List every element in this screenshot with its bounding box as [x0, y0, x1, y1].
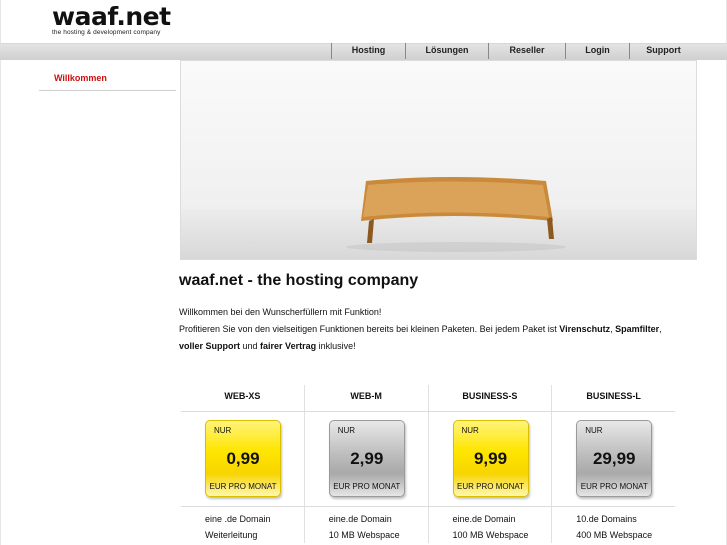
hero-image	[180, 60, 697, 260]
price-value: 29,99	[592, 449, 636, 468]
price-badge-web-m[interactable]: NUR 2,99 EUR PRO MONAT	[328, 420, 405, 497]
package-name-business-s: BUSINESS-S	[427, 385, 552, 411]
price-prefix: NUR	[337, 426, 356, 435]
feature-item: 10.de Domains	[576, 514, 637, 524]
package-features: eine .de Domain Weiterleitung	[181, 507, 304, 543]
package-features: 10.de Domains 400 MB Webspace	[551, 507, 675, 543]
intro-text: Willkommen bei den Wunscherfüllern mit F…	[179, 304, 709, 355]
main-nav: Hosting Lösungen Reseller Login Support	[331, 43, 697, 59]
package-name-web-m: WEB-M	[303, 385, 428, 411]
chair-shadow	[346, 242, 566, 252]
package-features: eine.de Domain 10 MB Webspace	[303, 507, 428, 543]
price-badge-business-l[interactable]: NUR 29,99 EUR PRO MONAT	[576, 420, 653, 497]
sidebar-item-label: Willkommen	[54, 73, 107, 83]
package-cell: NUR 0,99 EUR PRO MONAT	[181, 412, 304, 506]
feature-item: Weiterleitung	[205, 530, 258, 540]
package-cell: NUR 2,99 EUR PRO MONAT	[303, 412, 428, 506]
package-name-business-l: BUSINESS-L	[551, 385, 675, 411]
intro-line-2: Profitieren Sie von den vielseitigen Fun…	[179, 324, 662, 334]
feature-item: 400 MB Webspace	[576, 530, 653, 540]
sidebar-item-willkommen[interactable]: Willkommen	[39, 68, 176, 91]
price-value: 2,99	[350, 449, 384, 468]
nav-item-login[interactable]: Login	[565, 43, 629, 59]
logo-tagline: the hosting & development company	[52, 29, 161, 36]
logo[interactable]: waaf.net the hosting & development compa…	[52, 2, 171, 37]
package-features: eine.de Domain 100 MB Webspace	[427, 507, 552, 543]
package-cell: NUR 9,99 EUR PRO MONAT	[427, 412, 552, 506]
feature-item: eine .de Domain	[205, 514, 271, 524]
page-title: waaf.net - the hosting company	[179, 272, 419, 289]
price-value: 9,99	[473, 449, 508, 468]
intro-line-3: voller Support und fairer Vertrag inklus…	[179, 341, 356, 351]
price-prefix: NUR	[585, 426, 603, 435]
package-feature-row: eine .de Domain Weiterleitung eine.de Do…	[181, 507, 675, 543]
price-unit: EUR PRO MONAT	[457, 482, 524, 491]
feature-item: eine.de Domain	[452, 514, 516, 524]
nav-item-reseller[interactable]: Reseller	[488, 43, 565, 59]
nav-item-hosting[interactable]: Hosting	[331, 43, 405, 59]
package-price-row: NUR 0,99 EUR PRO MONAT NUR 2,99 EUR PRO …	[181, 412, 675, 507]
feature-item: eine.de Domain	[328, 514, 392, 524]
nav-item-support[interactable]: Support	[629, 43, 697, 59]
chair-illustration	[346, 177, 566, 252]
price-prefix: NUR	[214, 426, 232, 435]
feature-item: 10 MB Webspace	[328, 530, 400, 540]
intro-line-1: Willkommen bei den Wunscherfüllern mit F…	[179, 307, 382, 317]
package-header-row: WEB-XS WEB-M BUSINESS-S BUSINESS-L	[181, 385, 675, 412]
price-value: 0,99	[226, 449, 260, 468]
package-cell: NUR 29,99 EUR PRO MONAT	[551, 412, 675, 506]
chair-back-highlight	[363, 181, 549, 217]
nav-item-loesungen[interactable]: Lösungen	[405, 43, 488, 59]
price-unit: EUR PRO MONAT	[580, 482, 648, 491]
price-badge-business-s[interactable]: NUR 9,99 EUR PRO MONAT	[452, 420, 529, 497]
price-unit: EUR PRO MONAT	[333, 482, 401, 491]
chair-leg-left	[367, 219, 374, 243]
price-prefix: NUR	[461, 426, 479, 435]
price-badge-web-xs[interactable]: NUR 0,99 EUR PRO MONAT	[205, 420, 281, 497]
price-unit: EUR PRO MONAT	[209, 482, 277, 491]
chair-leg-right	[547, 217, 554, 239]
package-name-web-xs: WEB-XS	[224, 391, 261, 401]
package-table: WEB-XS WEB-M BUSINESS-S BUSINESS-L NUR 0…	[181, 385, 675, 543]
logo-name: waaf.net	[52, 2, 171, 31]
feature-item: 100 MB Webspace	[452, 530, 529, 540]
